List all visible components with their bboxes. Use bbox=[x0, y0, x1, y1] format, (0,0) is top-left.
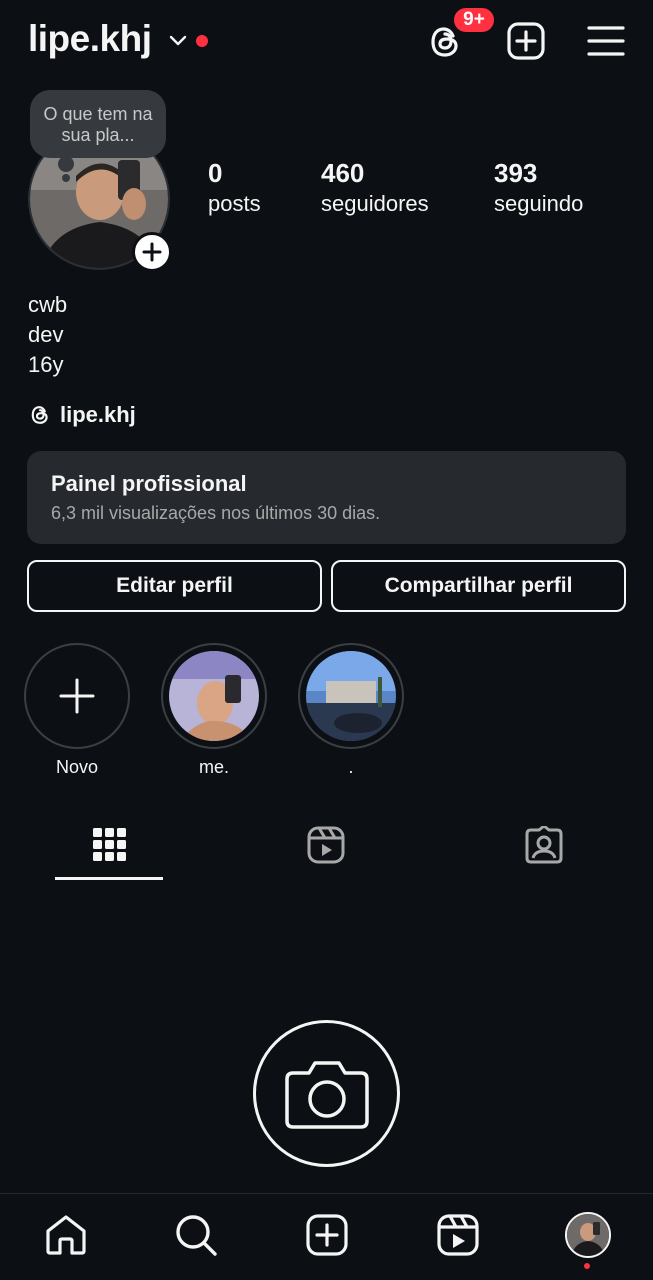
stat-followers-value: 460 bbox=[321, 158, 365, 188]
highlight-me-circle bbox=[161, 643, 267, 749]
stat-following-value: 393 bbox=[494, 158, 538, 188]
add-story-button[interactable] bbox=[132, 232, 172, 272]
reels-icon[interactable] bbox=[436, 1213, 480, 1257]
highlight-label: . bbox=[348, 757, 354, 777]
highlight-label: Novo bbox=[55, 757, 99, 777]
menu-icon[interactable] bbox=[586, 21, 626, 61]
stat-following[interactable]: 393 seguindo bbox=[494, 158, 583, 217]
profile-username[interactable]: lipe.khj bbox=[28, 18, 152, 60]
stat-followers[interactable]: 460 seguidores bbox=[321, 158, 429, 217]
stat-following-label: seguindo bbox=[494, 191, 584, 216]
highlight-dot[interactable]: . bbox=[298, 643, 404, 778]
plus-icon bbox=[59, 678, 95, 714]
home-icon[interactable] bbox=[44, 1213, 88, 1257]
grid-icon[interactable] bbox=[91, 826, 127, 862]
create-post-icon[interactable] bbox=[506, 21, 546, 61]
professional-dashboard[interactable]: Painel profissional 6,3 mil visualizaçõe… bbox=[27, 451, 626, 544]
highlight-new[interactable]: Novo bbox=[24, 643, 130, 778]
plus-icon bbox=[142, 242, 162, 262]
notification-dot bbox=[196, 35, 208, 47]
profile-note[interactable]: O que tem na sua pla... bbox=[30, 90, 166, 158]
highlight-dot-circle bbox=[298, 643, 404, 749]
highlight-dot-cover bbox=[306, 651, 396, 741]
threads-profile-link[interactable]: lipe.khj bbox=[28, 402, 136, 428]
threads-badge: 9+ bbox=[452, 6, 496, 34]
search-icon[interactable] bbox=[174, 1213, 218, 1257]
highlight-label: me. bbox=[198, 757, 229, 777]
panel-subtitle: 6,3 mil visualizações nos últimos 30 dia… bbox=[51, 503, 381, 523]
empty-posts-camera bbox=[253, 1020, 400, 1167]
camera-icon bbox=[284, 1060, 369, 1129]
chevron-down-icon[interactable] bbox=[166, 28, 190, 52]
threads-icon bbox=[31, 406, 48, 424]
threads-handle: lipe.khj bbox=[60, 402, 136, 427]
edit-profile-button[interactable]: Editar perfil bbox=[27, 560, 322, 612]
profile-notification-dot bbox=[584, 1263, 590, 1269]
create-icon[interactable] bbox=[305, 1213, 349, 1257]
stat-posts[interactable]: 0 posts bbox=[208, 158, 261, 217]
profile-avatar-nav[interactable] bbox=[565, 1212, 611, 1258]
reels-tab-icon[interactable] bbox=[307, 826, 345, 864]
note-bubble-tail-small bbox=[62, 174, 70, 182]
note-bubble-tail bbox=[58, 156, 74, 172]
tagged-icon[interactable] bbox=[525, 826, 563, 864]
bio-line: dev bbox=[28, 322, 64, 347]
stat-posts-label: posts bbox=[208, 191, 261, 216]
stat-posts-value: 0 bbox=[208, 158, 223, 188]
stat-followers-label: seguidores bbox=[321, 191, 429, 216]
highlight-new-circle bbox=[24, 643, 130, 749]
share-profile-button[interactable]: Compartilhar perfil bbox=[331, 560, 626, 612]
bio-line: 16y bbox=[28, 352, 64, 377]
bio-line: cwb bbox=[28, 292, 68, 317]
profile-bio: cwb dev 16y bbox=[28, 290, 67, 380]
highlight-me[interactable]: me. bbox=[161, 643, 267, 778]
active-tab-indicator bbox=[55, 877, 163, 880]
panel-title: Painel profissional bbox=[51, 471, 247, 496]
highlight-me-cover bbox=[169, 651, 259, 741]
